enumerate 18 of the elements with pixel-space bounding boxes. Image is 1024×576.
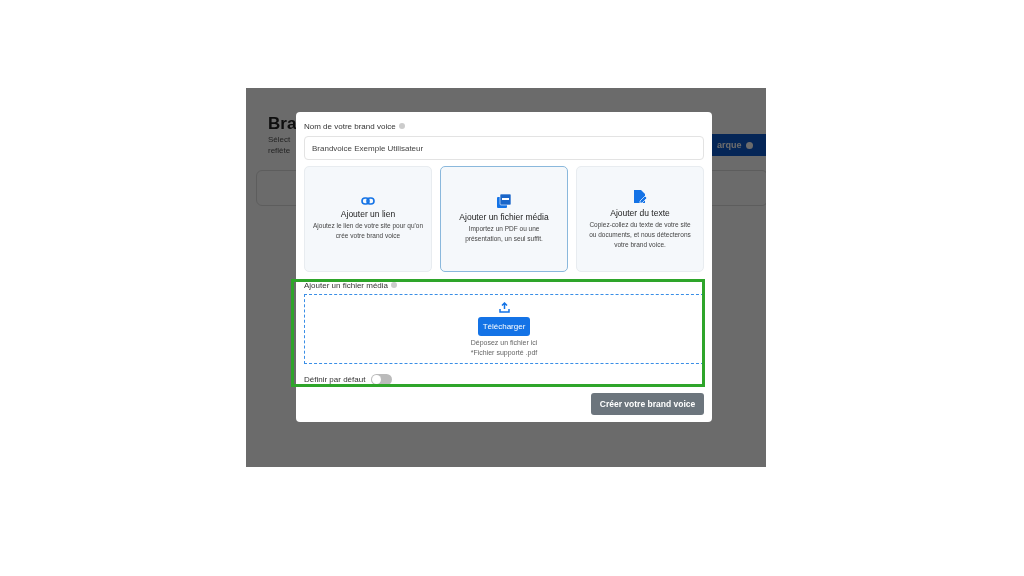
upload-button[interactable]: Télécharger — [477, 317, 531, 336]
name-input-field[interactable]: Brandvoice Exemple Utilisateur — [304, 136, 704, 160]
field-label: Nom de votre brand voice — [304, 121, 396, 131]
option-title: Ajouter un fichier média — [459, 212, 549, 222]
link-icon — [361, 197, 375, 205]
default-toggle[interactable] — [371, 374, 393, 385]
info-icon — [391, 282, 398, 288]
upload-icon — [498, 302, 510, 313]
pdf-file-icon — [497, 194, 511, 208]
option-title: Ajouter un lien — [340, 209, 396, 219]
toggle-label: Définir par défaut — [304, 375, 366, 384]
info-icon — [398, 123, 405, 129]
page-subtitle: reflète — [268, 145, 292, 156]
section-label: Ajouter un fichier média — [304, 280, 389, 290]
option-title: Ajouter du texte — [610, 207, 670, 218]
document-edit-icon — [633, 188, 647, 204]
create-brand-voice-button[interactable]: Créer votre brand voice — [591, 393, 704, 415]
page-subtitle: Sélect — [268, 134, 292, 145]
